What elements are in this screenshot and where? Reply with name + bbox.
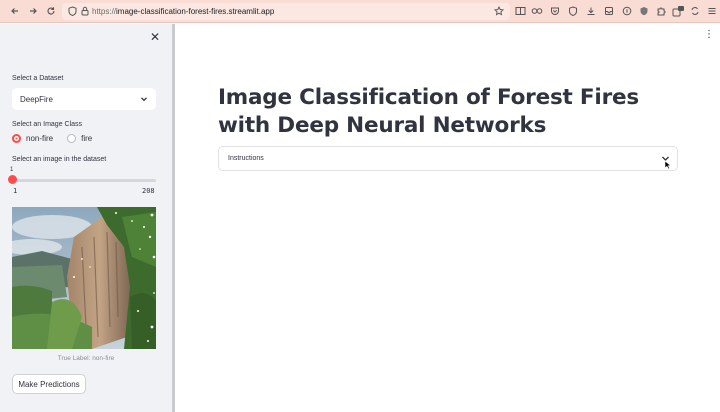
image-label: Select an image in the dataset <box>12 156 107 163</box>
app-menu-icon[interactable] <box>706 5 718 17</box>
reader-view-icon[interactable] <box>514 5 526 17</box>
extension-shield-icon[interactable] <box>638 5 650 17</box>
sync-icon[interactable] <box>689 5 701 17</box>
radio-option-non-fire[interactable]: non-fire <box>12 134 53 143</box>
extensions-puzzle-icon[interactable] <box>655 5 667 17</box>
address-bar[interactable]: https://image-classification-forest-fire… <box>62 3 510 20</box>
instructions-expander[interactable]: Instructions <box>218 146 678 171</box>
shield-icon[interactable] <box>67 6 77 16</box>
pocket-icon[interactable] <box>549 5 561 17</box>
download-icon[interactable] <box>585 5 597 17</box>
library-icon[interactable] <box>603 5 615 17</box>
dataset-label: Select a Dataset <box>12 75 64 82</box>
lock-icon[interactable] <box>80 6 90 16</box>
image-slider-track[interactable] <box>12 179 156 182</box>
forward-icon[interactable] <box>26 4 40 18</box>
sidebar-resize-handle[interactable] <box>172 24 175 412</box>
slider-thumb[interactable] <box>8 175 17 184</box>
extension-glasses-icon[interactable] <box>531 5 543 17</box>
radio-unselected-icon[interactable] <box>67 134 77 143</box>
slider-min-label: 1 <box>13 187 18 195</box>
chevron-down-icon <box>141 97 147 102</box>
account-icon[interactable] <box>621 5 633 17</box>
url-scheme: https:// <box>92 7 117 16</box>
image-caption: True Label: non-fire <box>57 355 115 362</box>
browser-toolbar: https://image-classification-forest-fire… <box>0 0 720 23</box>
radio-selected-icon[interactable] <box>12 134 21 143</box>
radio-label-fire: fire <box>81 134 93 143</box>
dataset-select[interactable]: DeepFire <box>12 88 156 110</box>
close-sidebar-icon[interactable]: ✕ <box>148 30 162 44</box>
expander-label: Instructions <box>228 155 264 162</box>
reload-icon[interactable] <box>44 4 58 18</box>
extension-badge-icon[interactable] <box>672 5 684 17</box>
dataset-select-value: DeepFire <box>20 94 53 104</box>
kebab-menu-icon[interactable]: ⋮ <box>704 30 714 42</box>
url-text: https://image-classification-forest-fire… <box>92 7 274 16</box>
mouse-cursor-icon <box>664 160 672 170</box>
slider-max-label: 208 <box>142 187 155 195</box>
shield-extension-icon[interactable] <box>567 5 579 17</box>
radio-label-non-fire: non-fire <box>26 134 54 143</box>
radio-option-fire[interactable]: fire <box>67 134 92 143</box>
dataset-image <box>12 207 156 349</box>
class-label: Select an Image Class <box>12 121 83 128</box>
bookmark-star-icon[interactable] <box>494 6 504 16</box>
page-title: Image Classification of Forest Fires wit… <box>218 85 639 138</box>
sidebar: ✕ Select a Dataset DeepFire Select an Im… <box>0 24 172 412</box>
make-predictions-button[interactable]: Make Predictions <box>12 374 86 394</box>
back-icon[interactable] <box>8 4 22 18</box>
class-radio-group: non-fire fire <box>12 134 106 143</box>
slider-current-value: 1 <box>10 167 14 173</box>
url-host: image-classification-forest-fires.stream… <box>116 7 275 16</box>
